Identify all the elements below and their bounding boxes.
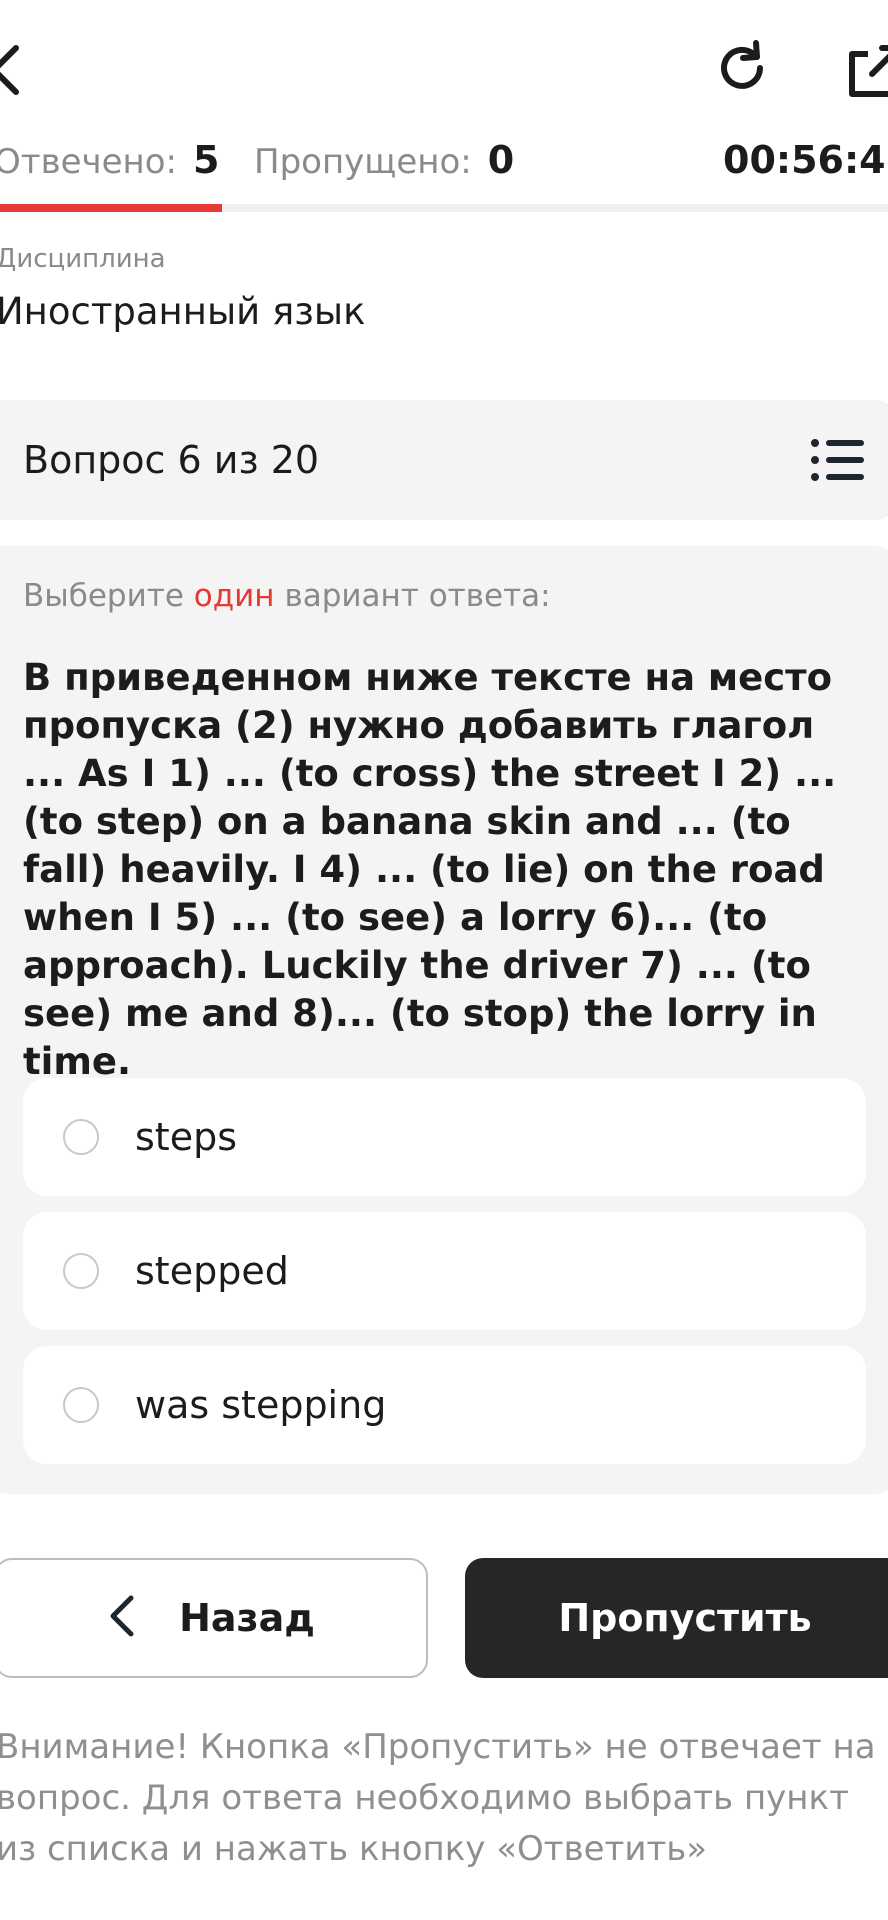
option-label: was stepping [135,1383,387,1427]
back-button[interactable]: Назад [0,1558,428,1678]
skipped-value: 0 [487,138,515,182]
instruction-suffix: вариант ответа: [284,578,551,614]
refresh-icon[interactable] [712,38,772,98]
back-button-label: Назад [179,1596,315,1640]
instruction-highlight: один [193,578,275,614]
answer-instruction: Выберите один вариант ответа: [23,578,551,614]
option-label: stepped [135,1249,289,1293]
skipped-label: Пропущено: [254,142,472,182]
question-text: В приведенном ниже тексте на место пропу… [23,656,837,1083]
answered-value: 5 [193,138,220,182]
timer: 00:56:42 [723,138,888,182]
discipline-value: Иностранный язык [0,290,366,333]
radio-button[interactable] [63,1119,99,1155]
chevron-left-icon [107,1594,135,1642]
external-link-icon[interactable] [846,44,888,100]
answered-label: Отвечено: [0,142,178,182]
skip-button-label: Пропустить [558,1596,812,1640]
skip-button[interactable]: Пропустить [465,1558,888,1678]
option-label: steps [135,1115,237,1159]
answer-option[interactable]: stepped [23,1212,866,1330]
discipline-label: Дисциплина [0,244,166,274]
instruction-prefix: Выберите [23,578,184,614]
back-icon[interactable] [0,40,26,100]
progress-bar [0,204,888,212]
list-icon[interactable] [810,438,866,482]
progress-fill [0,204,222,212]
question-counter: Вопрос 6 из 20 [23,438,320,482]
answer-option[interactable]: was stepping [23,1346,866,1464]
question-nav-card: Вопрос 6 из 20 [0,400,888,520]
answered-stat: Отвечено: 5 [0,138,219,182]
radio-button[interactable] [63,1387,99,1423]
skipped-stat: Пропущено: 0 [254,138,514,182]
answer-option[interactable]: steps [23,1078,866,1196]
notice-text: Внимание! Кнопка «Пропустить» не отвечае… [0,1727,876,1869]
radio-button[interactable] [63,1253,99,1289]
